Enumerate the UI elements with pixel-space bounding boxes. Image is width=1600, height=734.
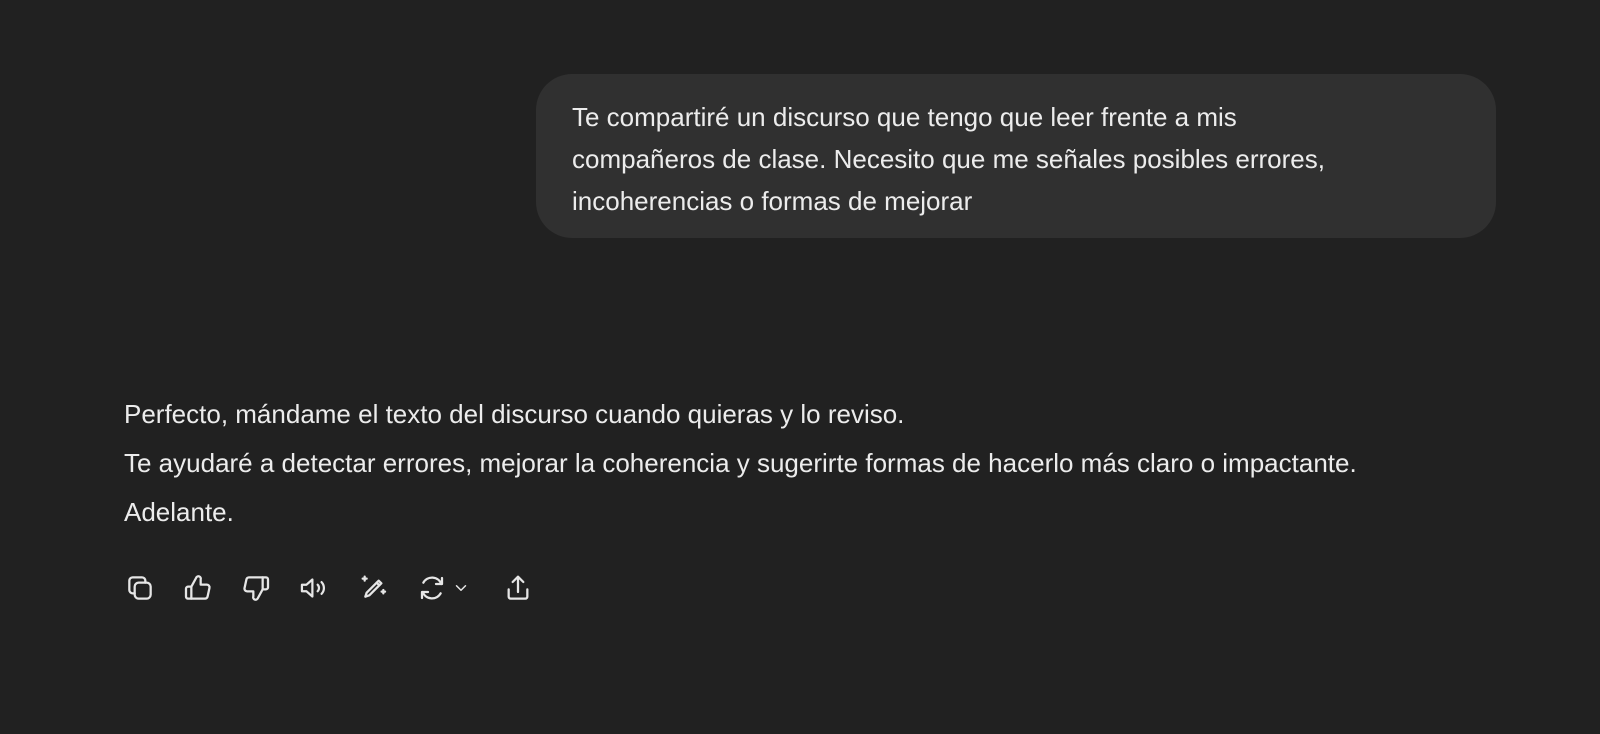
thumbs-down-icon bbox=[243, 576, 270, 601]
user-message-bubble: Te compartiré un discurso que tengo que … bbox=[536, 74, 1496, 238]
assistant-message: Perfecto, mándame el texto del discurso … bbox=[124, 390, 1544, 537]
user-message-line: compañeros de clase. Necesito que me señ… bbox=[572, 144, 1325, 174]
share-icon bbox=[507, 575, 529, 600]
user-message-line: Te compartiré un discurso que tengo que … bbox=[572, 102, 1237, 132]
message-action-bar bbox=[124, 570, 560, 606]
assistant-message-line: Te ayudaré a detectar errores, mejorar l… bbox=[124, 448, 1357, 478]
copy-button[interactable] bbox=[124, 571, 156, 605]
read-aloud-button[interactable] bbox=[298, 571, 332, 605]
regenerate-button[interactable] bbox=[416, 571, 470, 605]
user-message-line: incoherencias o formas de mejorar bbox=[572, 186, 973, 216]
bad-response-button[interactable] bbox=[240, 571, 272, 605]
good-response-button[interactable] bbox=[182, 571, 214, 605]
share-button[interactable] bbox=[502, 571, 534, 605]
regenerate-icon bbox=[420, 576, 444, 600]
thumbs-up-icon bbox=[184, 575, 211, 600]
chevron-down-icon bbox=[455, 585, 467, 591]
copy-icon bbox=[128, 576, 152, 600]
chat-thread: Te compartiré un discurso que tengo que … bbox=[0, 0, 1600, 734]
assistant-message-line: Adelante. bbox=[124, 497, 234, 527]
read-aloud-icon bbox=[300, 578, 326, 598]
assistant-message-line: Perfecto, mándame el texto del discurso … bbox=[124, 399, 905, 429]
edit-sparkle-icon bbox=[361, 575, 387, 598]
edit-in-canvas-button[interactable] bbox=[358, 571, 390, 605]
